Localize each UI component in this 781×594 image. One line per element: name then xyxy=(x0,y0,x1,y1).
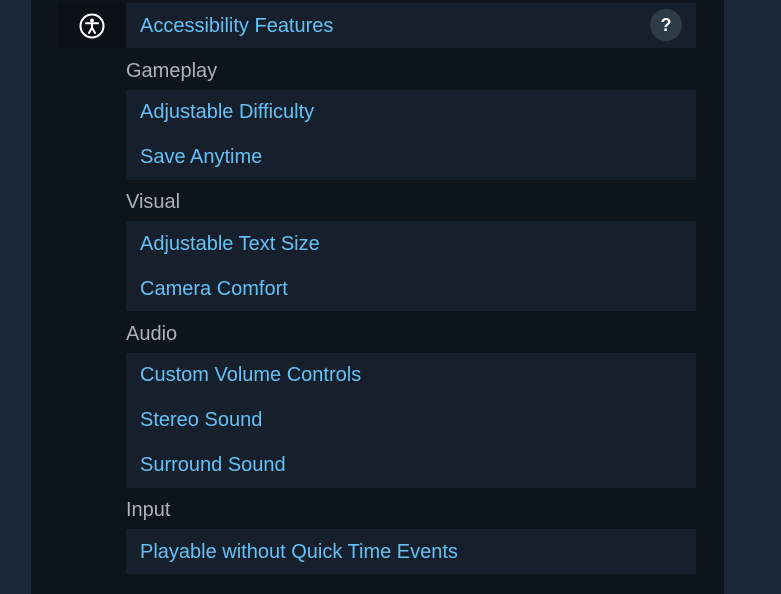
group-box-audio: Custom Volume Controls Stereo Sound Surr… xyxy=(126,353,696,488)
group-visual: Visual Adjustable Text Size Camera Comfo… xyxy=(126,190,696,311)
feature-link[interactable]: Adjustable Text Size xyxy=(140,233,320,255)
feature-link[interactable]: Camera Comfort xyxy=(140,278,288,300)
feature-link[interactable]: Surround Sound xyxy=(140,454,286,476)
feature-link[interactable]: Save Anytime xyxy=(140,146,262,168)
page: Accessibility Features ? Gameplay Adjust… xyxy=(0,0,781,594)
group-audio: Audio Custom Volume Controls Stereo Soun… xyxy=(126,322,696,488)
accessibility-header: Accessibility Features ? xyxy=(58,3,696,48)
group-label-audio: Audio xyxy=(126,323,178,345)
group-box-gameplay: Adjustable Difficulty Save Anytime xyxy=(126,90,696,180)
group-gameplay: Gameplay Adjustable Difficulty Save Anyt… xyxy=(126,59,696,180)
page-title: Accessibility Features xyxy=(140,15,334,37)
group-box-visual: Adjustable Text Size Camera Comfort xyxy=(126,221,696,311)
group-label-visual: Visual xyxy=(126,191,181,213)
feature-link[interactable]: Stereo Sound xyxy=(140,409,262,431)
group-input: Input Playable without Quick Time Events xyxy=(126,498,696,574)
header-bar: Accessibility Features ? xyxy=(126,3,696,48)
help-button[interactable]: ? xyxy=(650,9,682,41)
feature-link[interactable]: Playable without Quick Time Events xyxy=(140,541,458,563)
feature-link[interactable]: Adjustable Difficulty xyxy=(140,101,314,123)
group-label-input: Input xyxy=(126,499,171,521)
accessibility-icon xyxy=(79,13,105,39)
accessibility-panel: Accessibility Features ? Gameplay Adjust… xyxy=(31,0,724,594)
group-label-gameplay: Gameplay xyxy=(126,60,218,82)
header-icon-cell xyxy=(58,3,126,48)
group-box-input: Playable without Quick Time Events xyxy=(126,529,696,574)
feature-link[interactable]: Custom Volume Controls xyxy=(140,364,361,386)
